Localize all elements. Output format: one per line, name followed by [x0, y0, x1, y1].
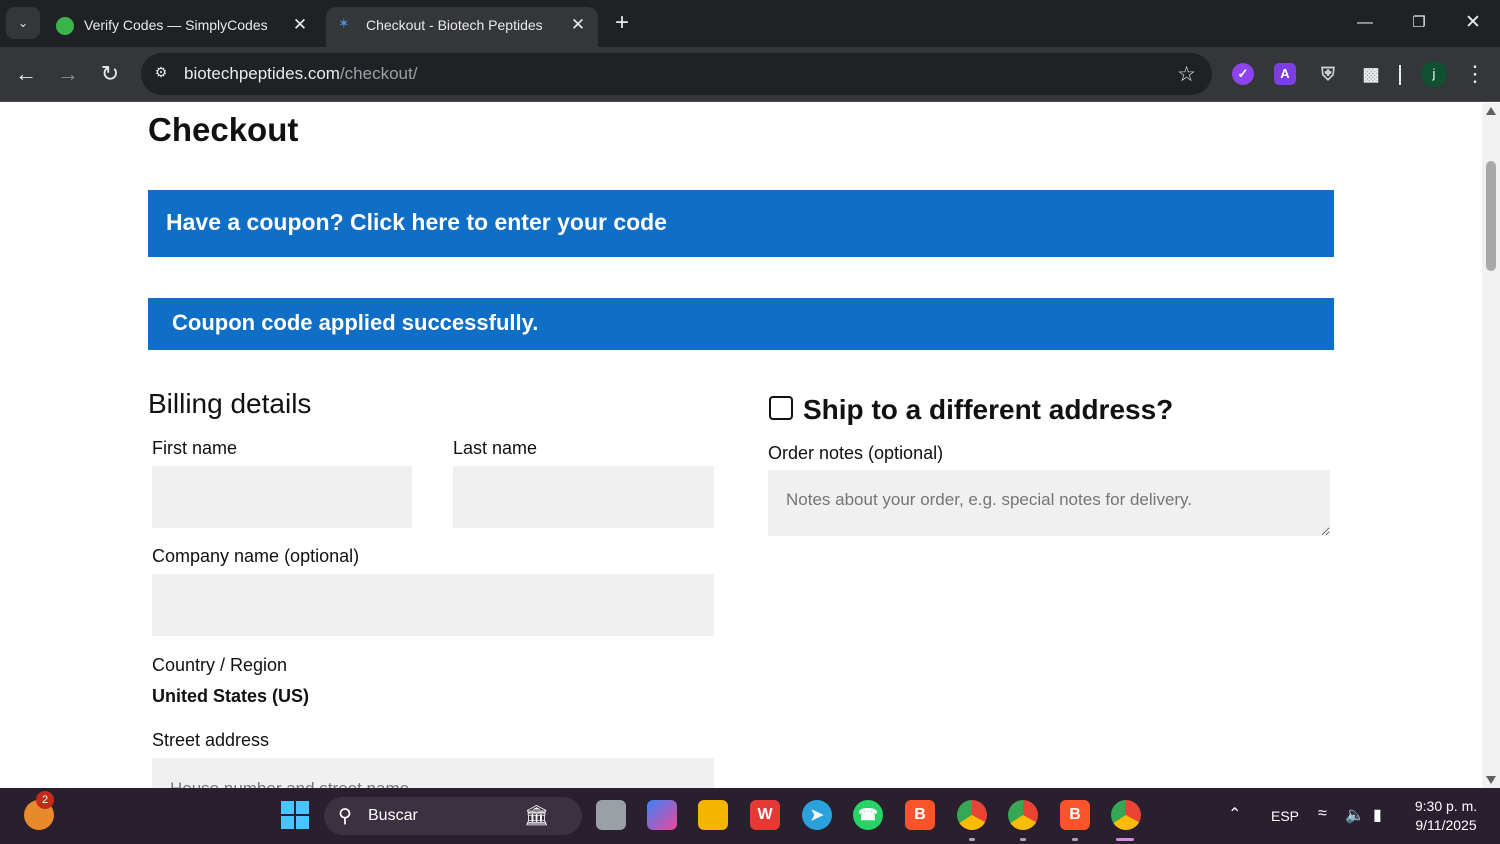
tab-title: Checkout - Biotech Peptides [366, 17, 543, 33]
ship-different-address-checkbox[interactable] [769, 396, 793, 420]
chrome-profile-icon[interactable] [1008, 800, 1038, 830]
tab-search-button[interactable]: ⌄ [6, 7, 40, 39]
volume-icon[interactable]: 🔈 [1345, 805, 1365, 825]
taskbar-search[interactable]: ⚲ Buscar 🏛 [324, 797, 582, 835]
windows-taskbar: 2 ⚲ Buscar 🏛 W ➤ ☎ B B ⌃ ESP ≈ 🔈 ▮ 9:30 … [0, 788, 1500, 844]
browser-toolbar: ← → ↻ ⚙ biotechpeptides.com/checkout/ ☆ … [0, 47, 1500, 102]
profile-avatar[interactable]: j [1421, 61, 1447, 87]
scroll-up-arrow-icon[interactable] [1486, 107, 1496, 115]
forward-button[interactable]: → [54, 61, 82, 89]
toolbar-divider [1399, 65, 1401, 85]
company-name-label: Company name (optional) [152, 546, 360, 566]
running-indicator [1020, 838, 1026, 841]
checkout-page: Checkout Have a coupon? Click here to en… [0, 103, 1482, 788]
ship-different-address-label[interactable]: Ship to a different address? [803, 394, 1173, 426]
wps-office-icon[interactable]: W [750, 800, 780, 830]
chrome-active-icon[interactable] [1111, 800, 1141, 830]
url-domain: biotechpeptides.com [184, 64, 340, 83]
tab-title: Verify Codes — SimplyCodes [84, 17, 268, 33]
telegram-icon[interactable]: ➤ [802, 800, 832, 830]
battery-icon[interactable]: ▮ [1373, 805, 1382, 825]
scroll-thumb[interactable] [1486, 161, 1496, 271]
running-indicator [969, 838, 975, 841]
wifi-icon[interactable]: ≈ [1318, 805, 1327, 823]
country-label: Country / Region [152, 655, 288, 675]
tab-checkout[interactable]: ✶ Checkout - Biotech Peptides ✕ [326, 7, 598, 47]
widgets-badge: 2 [36, 791, 54, 809]
extension-1-icon[interactable]: ✓ [1232, 63, 1254, 85]
first-name-label: First name [152, 438, 238, 458]
puzzle-extensions-icon[interactable]: ▩ [1360, 63, 1382, 85]
whatsapp-icon[interactable]: ☎ [853, 800, 883, 830]
language-indicator[interactable]: ESP [1271, 808, 1299, 824]
last-name-field[interactable] [453, 466, 714, 528]
first-name-field[interactable] [152, 466, 412, 528]
reload-button[interactable]: ↻ [96, 61, 124, 89]
close-tab-icon[interactable]: ✕ [290, 15, 310, 35]
success-notice: Coupon code applied successfully. [148, 298, 1334, 350]
chrome-icon[interactable] [957, 800, 987, 830]
extension-a-icon[interactable]: A [1274, 63, 1296, 85]
close-window-button[interactable]: ✕ [1458, 9, 1488, 37]
coupon-toggle-link[interactable]: Have a coupon? Click here to enter your … [166, 209, 667, 235]
billing-heading: Billing details [148, 388, 312, 419]
coupon-notice[interactable]: Have a coupon? Click here to enter your … [148, 190, 1334, 257]
bookmark-star-icon[interactable]: ☆ [1177, 62, 1196, 87]
tab-simplycodes[interactable]: Verify Codes — SimplyCodes ✕ [44, 7, 320, 47]
brave-icon[interactable]: B [905, 800, 935, 830]
page-title: Checkout [148, 111, 299, 148]
clock-date: 9/11/2025 [1415, 817, 1477, 833]
country-value: United States (US) [152, 686, 310, 706]
url-path: /checkout/ [339, 64, 418, 83]
last-name-label: Last name [453, 438, 538, 458]
clock[interactable]: 9:30 p. m. 9/11/2025 [1404, 797, 1488, 835]
brave-profile-icon[interactable]: B [1060, 800, 1090, 830]
site-info-icon[interactable]: ⚙ [151, 64, 171, 84]
minimize-button[interactable]: — [1350, 9, 1380, 37]
file-explorer-icon[interactable] [698, 800, 728, 830]
street-address-field[interactable] [152, 758, 714, 788]
biotech-favicon-icon: ✶ [338, 15, 350, 31]
restore-button[interactable]: ❐ [1404, 9, 1434, 37]
windows-start-icon[interactable] [280, 800, 310, 830]
taskbar-search-label: Buscar [368, 807, 418, 824]
search-icon: ⚲ [338, 806, 352, 827]
active-app-indicator [1116, 838, 1134, 841]
running-indicator [1072, 838, 1078, 841]
simplycodes-favicon-icon [56, 17, 74, 35]
page-scrollbar[interactable] [1482, 103, 1500, 788]
scroll-down-arrow-icon[interactable] [1486, 776, 1496, 784]
chevron-down-icon: ⌄ [17, 16, 29, 30]
new-tab-button[interactable]: + [608, 10, 636, 38]
street-address-label: Street address [152, 730, 270, 750]
address-bar[interactable]: ⚙ biotechpeptides.com/checkout/ ☆ [141, 53, 1212, 95]
browser-menu-icon[interactable]: ⋮ [1464, 60, 1486, 88]
close-tab-icon[interactable]: ✕ [568, 15, 588, 35]
copilot-icon[interactable] [647, 800, 677, 830]
clock-time: 9:30 p. m. [1414, 798, 1478, 814]
company-name-field[interactable] [152, 574, 714, 636]
order-notes-field[interactable] [768, 470, 1330, 536]
tab-strip: ⌄ Verify Codes — SimplyCodes ✕ ✶ Checkou… [0, 0, 1500, 47]
back-button[interactable]: ← [12, 61, 40, 89]
url-text[interactable]: biotechpeptides.com/checkout/ [184, 64, 417, 84]
success-message: Coupon code applied successfully. [172, 310, 539, 335]
order-notes-label: Order notes (optional) [768, 443, 944, 463]
shield-extension-icon[interactable]: ⛨ [1317, 63, 1339, 85]
search-highlight-icon: 🏛 [524, 805, 550, 827]
tray-overflow-chevron-icon[interactable]: ⌃ [1228, 804, 1241, 824]
task-view-icon[interactable] [596, 800, 626, 830]
